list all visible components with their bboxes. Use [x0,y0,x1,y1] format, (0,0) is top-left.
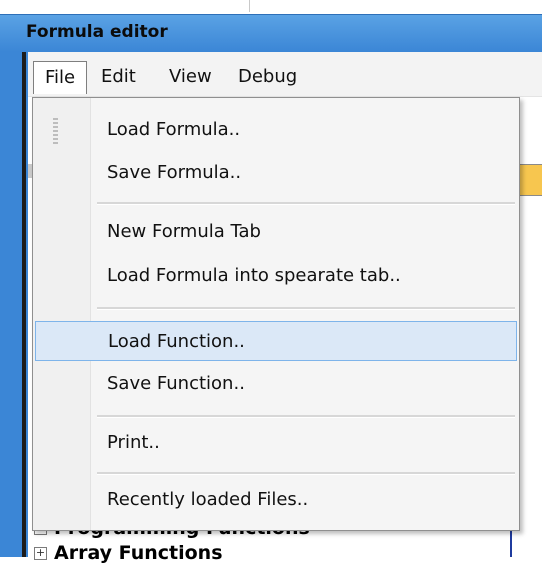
file-menu-dropdown: Load Formula.. Save Formula.. New Formul… [32,97,520,531]
menu-item-label: Save Function.. [107,373,245,394]
menu-view[interactable]: View [158,61,223,93]
menu-item-label: Recently loaded Files.. [107,489,309,510]
menu-separator [97,307,515,310]
menu-item-save-formula[interactable]: Save Formula.. [35,153,517,193]
window-title: Formula editor [26,22,168,42]
menu-item-recently-loaded-files[interactable]: Recently loaded Files.. [35,480,517,520]
menu-item-load-function[interactable]: Load Function.. [35,321,517,361]
menu-separator [97,202,515,205]
menu-debug[interactable]: Debug [227,61,308,93]
menu-edit[interactable]: Edit [90,61,147,93]
menu-item-label: Load Formula.. [107,119,241,140]
menu-item-save-function[interactable]: Save Function.. [35,364,517,404]
desktop-strip [0,0,542,14]
tree-expander-icon[interactable]: + [34,547,47,560]
menu-item-label: Load Function.. [108,331,245,352]
menu-file[interactable]: File [33,61,88,94]
menu-separator [97,415,515,418]
title-bar[interactable]: Formula editor [0,14,542,52]
menu-item-label: Load Formula into spearate tab.. [107,265,401,286]
tree-item-label: Array Functions [54,542,223,564]
frame-edge [22,52,26,557]
menu-item-load-formula-separate-tab[interactable]: Load Formula into spearate tab.. [35,256,517,296]
menu-item-print[interactable]: Print.. [35,423,517,463]
menu-item-label: New Formula Tab [107,221,261,242]
menu-separator [97,472,515,475]
menu-item-load-formula[interactable]: Load Formula.. [35,110,517,150]
window-left-frame [0,52,28,557]
menu-item-new-formula-tab[interactable]: New Formula Tab [35,212,517,252]
menu-bar: File Edit View Debug [28,52,542,97]
formula-editor-window: Formula editor File Edit View Debug Prog… [0,14,542,564]
menu-item-label: Save Formula.. [107,162,242,183]
desktop-divider [249,0,250,12]
menu-item-label: Print.. [107,432,160,453]
